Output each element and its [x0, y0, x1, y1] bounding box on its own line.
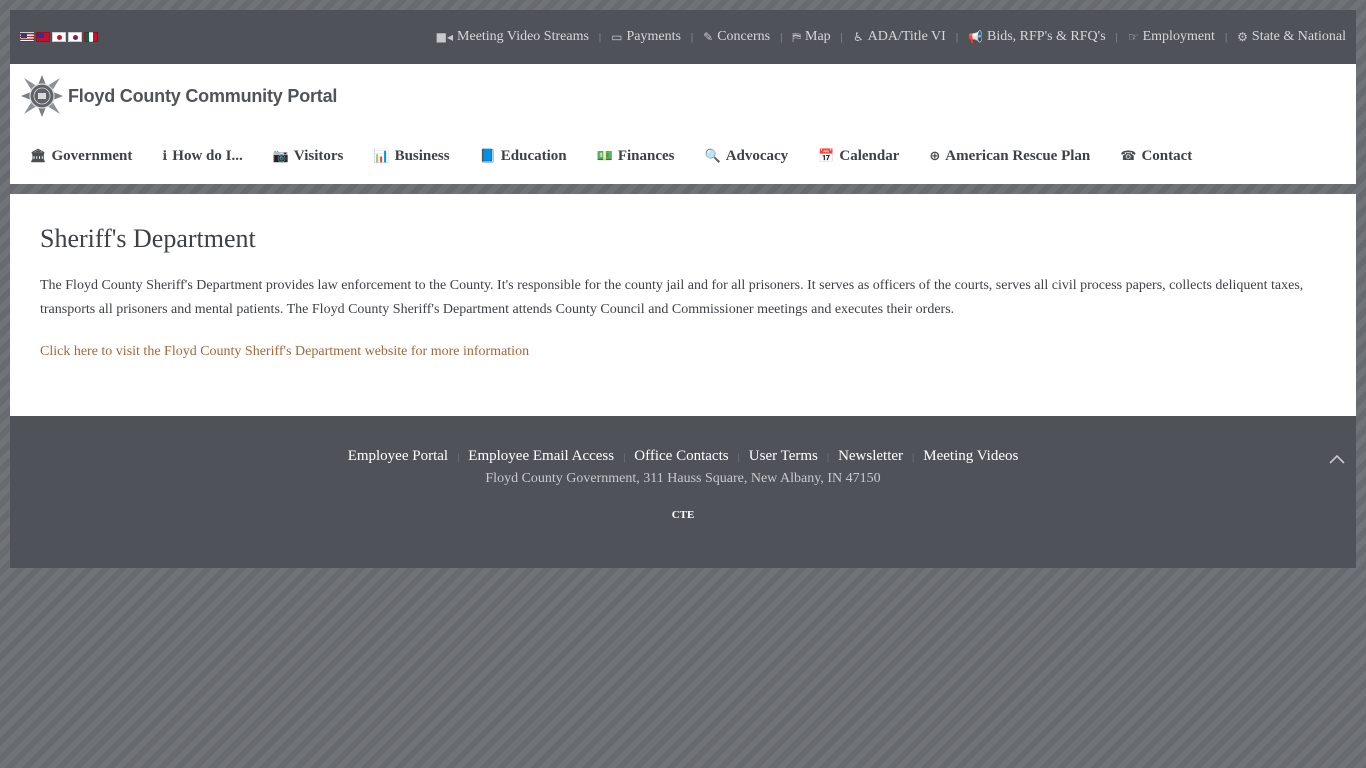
util-link-label: Concerns [717, 29, 771, 44]
page-frame: ■◂ Meeting Video Streams | ▭ Payments | … [10, 10, 1356, 568]
wheelchair-icon: ♿ [852, 30, 864, 44]
nav-label: Education [500, 147, 567, 164]
nav-label: Finances [617, 147, 675, 164]
utility-nav: ■◂ Meeting Video Streams | ▭ Payments | … [436, 29, 1346, 45]
mx-flag-icon[interactable] [84, 32, 98, 42]
edit-icon: ✎ [703, 30, 714, 44]
phone-icon: ☎ [1120, 148, 1137, 164]
nav-item-education[interactable]: 📘 Education [480, 148, 567, 165]
nav-item-government[interactable]: 🏛 Government [30, 148, 132, 165]
nav-item-how-do-i[interactable]: ℹ How do I... [162, 148, 242, 165]
map-icon: ⛿ [792, 29, 801, 44]
separator: | [826, 450, 830, 463]
kr-flag-icon[interactable] [68, 32, 82, 42]
money-icon: 💵 [596, 148, 613, 164]
main-nav: 🏛 Government ℹ How do I... 📷 Visitors 📊 … [20, 128, 1346, 184]
util-link-state-national[interactable]: ⚙ State & National [1237, 29, 1346, 45]
gears-icon: ⚙ [1237, 30, 1248, 44]
tw-flag-icon[interactable] [36, 32, 50, 42]
site-footer: Employee Portal | Employee Email Access … [10, 416, 1356, 568]
book-icon: 📘 [479, 148, 496, 164]
util-link-label: State & National [1251, 29, 1346, 44]
credit-card-icon: ▭ [611, 30, 623, 44]
search-plus-icon: 🔍 [704, 148, 721, 164]
county-seal-logo[interactable] [20, 74, 64, 118]
nav-label: Government [51, 147, 133, 164]
separator: | [955, 31, 959, 43]
separator: | [737, 450, 740, 463]
separator: | [780, 31, 783, 43]
footer-credit[interactable]: CTE [10, 509, 1356, 521]
nav-item-finances[interactable]: 💵 Finances [597, 148, 675, 165]
sheriff-website-link[interactable]: Click here to visit the Floyd County She… [40, 344, 529, 359]
footer-link-user-terms[interactable]: User Terms [749, 448, 818, 465]
separator: | [690, 31, 694, 43]
video-camera-icon: ■◂ [435, 30, 454, 44]
nav-item-business[interactable]: 📊 Business [373, 148, 449, 165]
site-header: Floyd County Community Portal 🏛 Governme… [10, 64, 1356, 184]
util-link-map[interactable]: ⛿ Map [792, 29, 830, 45]
util-link-label: Employment [1142, 29, 1215, 44]
nav-label: Business [394, 147, 450, 164]
utility-bar: ■◂ Meeting Video Streams | ▭ Payments | … [10, 10, 1356, 64]
separator: | [598, 31, 602, 43]
site-title[interactable]: Floyd County Community Portal [68, 86, 337, 107]
util-link-label: Payments [626, 29, 681, 44]
nav-label: Calendar [839, 147, 900, 164]
separator: | [623, 450, 626, 463]
chevron-up-icon[interactable] [1328, 452, 1346, 466]
util-link-employment[interactable]: ☞ Employment [1128, 29, 1215, 45]
separator: | [912, 450, 915, 463]
util-link-meeting-video-streams[interactable]: ■◂ Meeting Video Streams [436, 29, 589, 45]
nav-label: Contact [1141, 147, 1193, 164]
separator: | [840, 31, 843, 43]
nav-item-visitors[interactable]: 📷 Visitors [273, 148, 344, 165]
separator: | [1115, 31, 1118, 43]
util-link-concerns[interactable]: ✎ Concerns [703, 29, 770, 45]
util-link-payments[interactable]: ▭ Payments [611, 29, 681, 45]
util-link-label: Meeting Video Streams [457, 29, 589, 44]
bullhorn-icon: 📢 [968, 30, 983, 44]
separator: | [457, 450, 460, 463]
hand-pointer-icon: ☞ [1127, 30, 1139, 44]
department-description: The Floyd County Sheriff's Department pr… [40, 278, 1304, 317]
info-circle-icon: ℹ [162, 148, 168, 164]
footer-links: Employee Portal | Employee Email Access … [10, 448, 1356, 465]
util-link-label: Bids, RFP's & RFQ's [986, 29, 1106, 44]
nav-label: Visitors [293, 147, 344, 164]
nav-item-american-rescue-plan[interactable]: ⊕ American Rescue Plan [929, 148, 1090, 165]
nav-label: American Rescue Plan [945, 147, 1091, 164]
util-link-bids[interactable]: 📢 Bids, RFP's & RFQ's [968, 29, 1106, 45]
nav-item-contact[interactable]: ☎ Contact [1120, 148, 1192, 165]
bar-chart-icon: 📊 [373, 148, 390, 164]
main-content: Sheriff's Department The Floyd County Sh… [10, 194, 1356, 416]
footer-link-meeting-videos[interactable]: Meeting Videos [923, 448, 1018, 465]
separator: | [1224, 31, 1228, 43]
nav-label: Advocacy [725, 147, 789, 164]
page-title: Sheriff's Department [40, 224, 256, 253]
us-flag-icon[interactable] [20, 32, 34, 42]
nav-label: How do I... [172, 147, 243, 164]
camera-icon: 📷 [272, 148, 289, 164]
life-ring-icon: ⊕ [929, 148, 941, 164]
util-link-label: ADA/Title VI [867, 29, 946, 44]
footer-link-newsletter[interactable]: Newsletter [838, 448, 903, 465]
calendar-icon: 📅 [818, 148, 835, 164]
nav-item-advocacy[interactable]: 🔍 Advocacy [705, 148, 789, 165]
footer-link-office-contacts[interactable]: Office Contacts [634, 448, 728, 465]
language-flags [20, 32, 98, 42]
jp-flag-icon[interactable] [52, 32, 66, 42]
bank-icon: 🏛 [30, 148, 47, 164]
footer-address: Floyd County Government, 311 Hauss Squar… [485, 471, 881, 486]
logo-row[interactable]: Floyd County Community Portal [20, 64, 1346, 128]
util-link-ada[interactable]: ♿ ADA/Title VI [853, 29, 946, 45]
footer-link-employee-portal[interactable]: Employee Portal [348, 448, 448, 465]
util-link-label: Map [805, 29, 831, 44]
footer-link-employee-email[interactable]: Employee Email Access [468, 448, 614, 465]
nav-item-calendar[interactable]: 📅 Calendar [818, 148, 899, 165]
